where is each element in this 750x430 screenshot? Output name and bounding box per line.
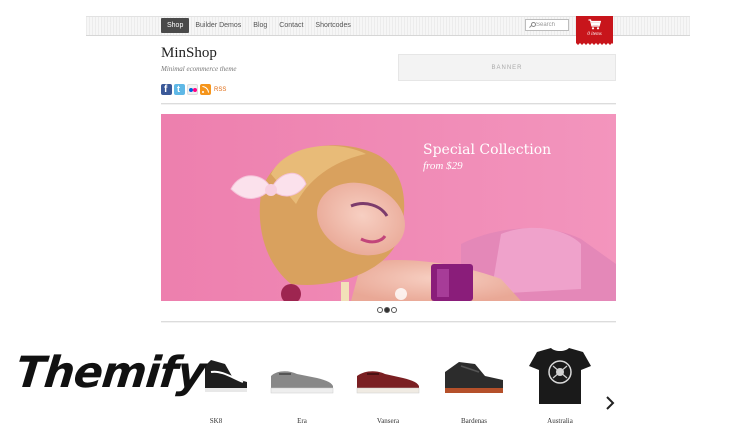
product-image <box>529 348 591 404</box>
hero-slider[interactable]: Special Collection from $29 <box>161 114 616 301</box>
cart-icon <box>588 19 601 30</box>
search-icon <box>529 21 536 29</box>
themify-logo: Themify <box>0 340 208 430</box>
site-title[interactable]: MinShop <box>161 45 217 62</box>
search-input[interactable] <box>534 20 568 30</box>
slider-dot[interactable] <box>391 307 397 313</box>
search-box <box>525 19 569 31</box>
slider-dot-active[interactable] <box>384 307 390 313</box>
slide-title: Special Collection <box>423 142 552 158</box>
slider-dot[interactable] <box>377 307 383 313</box>
chevron-right-icon[interactable] <box>603 395 617 411</box>
slide-subtitle: from $29 <box>423 160 463 172</box>
product-name[interactable]: Australia <box>525 417 595 425</box>
nav-item-contact[interactable]: Contact <box>273 18 309 33</box>
slider-pagination <box>377 307 398 313</box>
facebook-icon[interactable]: f <box>161 84 172 95</box>
nav-item-blog[interactable]: Blog <box>247 18 273 33</box>
product-item-vansera[interactable]: Vansera <box>353 338 423 425</box>
cart-button[interactable]: 0 items <box>576 16 613 46</box>
logo-text: Themify <box>13 348 208 398</box>
slider-divider <box>161 321 616 323</box>
nav-item-shortcodes[interactable]: Shortcodes <box>309 18 356 33</box>
nav-item-builder-demos[interactable]: Builder Demos <box>189 18 247 33</box>
header-banner[interactable]: BANNER <box>398 54 616 81</box>
social-links: f t RSS <box>161 84 226 95</box>
product-name[interactable]: Bardenas <box>439 417 509 425</box>
product-name[interactable]: Vansera <box>353 417 423 425</box>
product-item-australia[interactable]: Australia <box>525 338 595 425</box>
nav-item-shop[interactable]: Shop <box>161 18 190 33</box>
product-image <box>270 371 334 394</box>
product-image <box>356 371 420 394</box>
flickr-icon[interactable] <box>187 84 198 95</box>
twitter-icon[interactable]: t <box>174 84 185 95</box>
rss-icon[interactable] <box>200 84 211 95</box>
product-item-bardenas[interactable]: Bardenas <box>439 338 509 425</box>
rss-link[interactable]: RSS <box>214 87 226 93</box>
product-item-era[interactable]: Era <box>267 338 337 425</box>
product-image <box>445 362 503 393</box>
main-nav: Shop Builder Demos Blog Contact Shortcod… <box>161 18 357 33</box>
header-divider <box>161 103 616 105</box>
cart-count: 0 items <box>587 32 602 37</box>
product-name[interactable]: Era <box>267 417 337 425</box>
site-tagline: Minimal ecommerce theme <box>161 65 237 73</box>
